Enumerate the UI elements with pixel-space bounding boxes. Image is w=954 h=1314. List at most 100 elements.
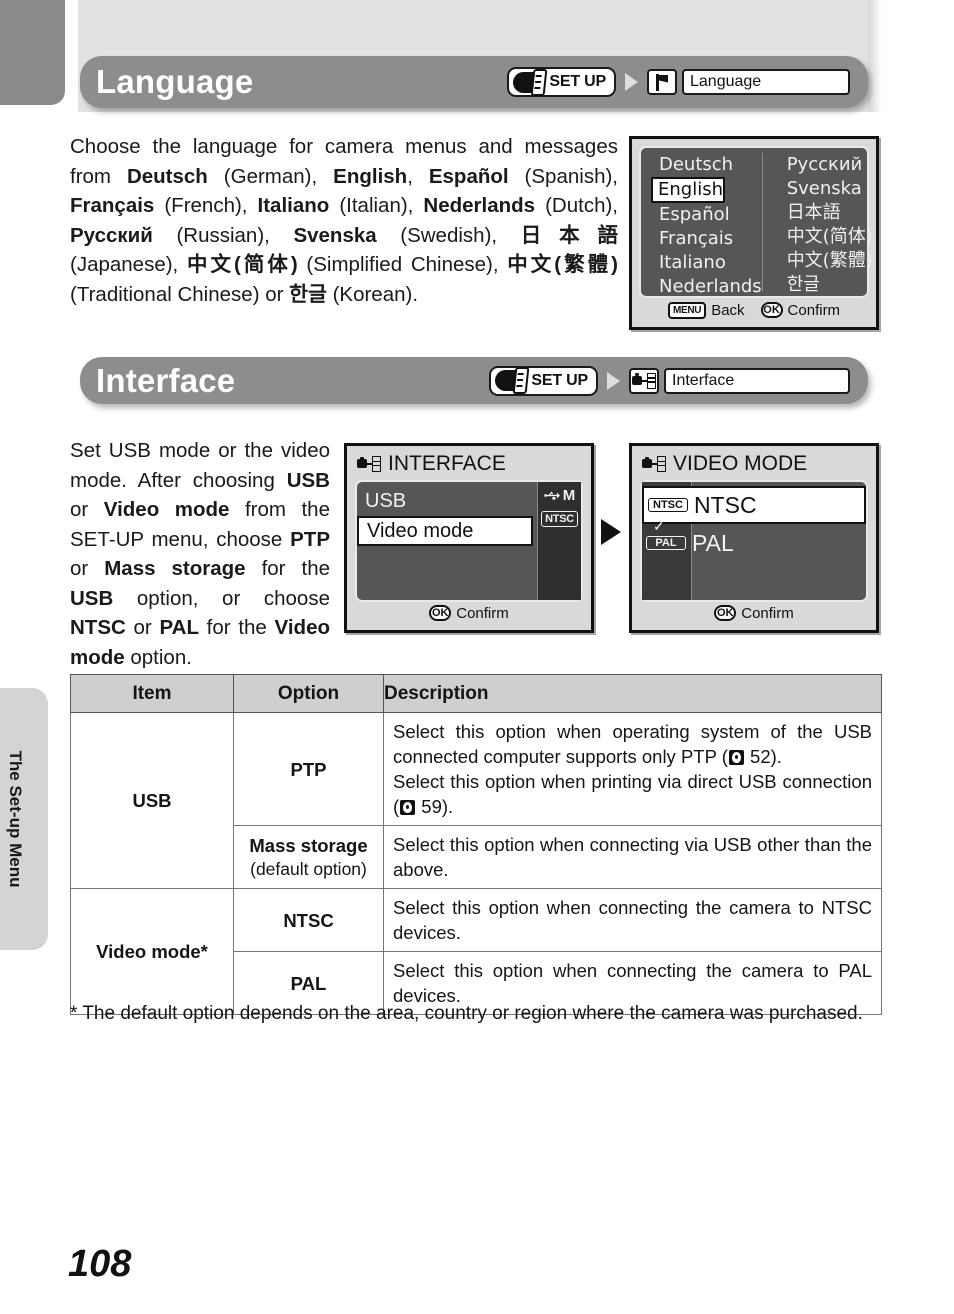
confirm-label: Confirm (741, 604, 794, 622)
setup-dial-badge: SET UP (489, 365, 598, 396)
menu-item-label: PAL (692, 529, 734, 556)
table-cell-option: PTP (233, 712, 384, 826)
menu-item-ntsc[interactable]: NTSC NTSC (642, 486, 866, 524)
language-body-text: Choose the language for camera menus and… (70, 135, 618, 306)
language-option[interactable]: Русский (773, 153, 873, 177)
usb-mass-storage-icon: M (543, 487, 576, 504)
confirm-label: Confirm (787, 301, 841, 319)
mode-dial-icon (513, 68, 548, 96)
breadcrumb-arrow-icon (625, 73, 638, 91)
camera-device-icon (642, 456, 666, 472)
camera-device-icon (629, 367, 659, 394)
table-row: Video mode* NTSC Select this option when c… (70, 888, 882, 1015)
language-column-right: Русский Svenska 日本語 中文(简体) 中文(繁體) 한글 (761, 153, 873, 295)
breadcrumb-menu-label: Interface (664, 367, 850, 394)
flag-icon (647, 69, 677, 95)
manual-page: Language SET UP Language Choose the lang… (0, 0, 954, 1314)
table-cell-description: Select this option when connecting via U… (383, 825, 882, 889)
video-lcd-title: VIDEO MODE (673, 452, 808, 475)
interface-menu-list: USB Video mode (357, 482, 537, 600)
menu-button-icon: MENU (667, 301, 707, 319)
page-number: 108 (68, 1243, 132, 1285)
table-cell-description: Select this option when connecting the c… (383, 888, 882, 952)
footnote-text: * The default option depends on the area… (70, 1003, 863, 1024)
interface-lcd-title: INTERFACE (388, 452, 506, 475)
interface-breadcrumb: SET UP Interface (489, 365, 850, 396)
chapter-side-tab: The Set-up Menu (0, 688, 48, 950)
language-option[interactable]: 한글 (773, 273, 873, 297)
column-header-option: Option (233, 674, 384, 713)
pal-badge: PAL (646, 536, 686, 550)
interface-menu-area: USB Video mode M NTSC (355, 480, 583, 602)
video-selected-checkmark: ✓ (653, 518, 665, 534)
video-menu-list: ✓ NTSC NTSC PAL PAL (642, 482, 866, 600)
back-control: MENU Back (667, 301, 745, 319)
breadcrumb-arrow-icon (607, 371, 620, 390)
column-header-description: Description (383, 674, 882, 713)
interface-lcd-footer: OK Confirm (347, 598, 591, 628)
confirm-control: OK Confirm (429, 605, 509, 622)
language-option[interactable]: 中文(繁體) (773, 249, 873, 273)
language-lcd-screenshot: ✓ DeutschEnglishEspañolFrançaisItalianoN… (629, 136, 879, 330)
ntsc-badge: NTSC (541, 511, 578, 527)
table-footnote: * The default option depends on the area… (70, 1000, 882, 1027)
menu-item-label: USB (365, 489, 407, 512)
ntsc-badge: NTSC (648, 498, 688, 512)
column-header-item: Item (70, 674, 234, 713)
video-lcd-title-row: VIDEO MODE (642, 452, 807, 476)
video-lcd-footer: OK Confirm (632, 598, 876, 628)
language-option[interactable]: Español (645, 203, 762, 227)
menu-item-video-mode[interactable]: Video mode (357, 516, 533, 546)
confirm-label: Confirm (456, 604, 509, 622)
table-cell-item: Video mode* (70, 888, 234, 1015)
setup-dial-badge: SET UP (507, 67, 616, 97)
menu-item-label: NTSC (694, 491, 757, 518)
table-cell-option: NTSC (233, 888, 384, 952)
video-menu-area: ✓ NTSC NTSC PAL PAL (640, 480, 868, 602)
interface-menu-badges: M NTSC (537, 482, 581, 600)
ok-button-icon: OK (714, 605, 737, 621)
menu-item-usb[interactable]: USB (357, 486, 537, 516)
interface-section-header: Interface SET UP Interface (80, 357, 868, 404)
options-table: Item Option Description USB PTP Select thi… (70, 674, 882, 1015)
ok-button-icon: OK (429, 605, 452, 621)
step-arrow-icon (601, 519, 621, 545)
language-option[interactable]: Français (645, 227, 762, 251)
camera-device-icon (357, 456, 381, 472)
submenu-arrow-icon (516, 523, 527, 539)
table-cell-option-note: (default option) (250, 859, 367, 879)
language-option[interactable]: English (651, 177, 725, 203)
language-lcd-footer: MENU Back OK Confirm (632, 295, 876, 325)
language-breadcrumb: SET UP Language (507, 67, 850, 97)
interface-lcd-screenshot: INTERFACE USB Video mode M NTSC OK Confi… (344, 443, 594, 633)
confirm-control: OK Confirm (760, 301, 841, 319)
usb-mode-letter: M (562, 487, 576, 504)
back-label: Back (711, 301, 745, 319)
table-header-row: Item Option Description (70, 674, 882, 713)
language-menu-screen: ✓ DeutschEnglishEspañolFrançaisItalianoN… (639, 146, 873, 298)
language-option[interactable]: Deutsch (645, 153, 762, 177)
mode-dial-icon (495, 367, 530, 394)
table-cell-description: Select this option when operating system… (383, 712, 882, 826)
ok-button-icon: OK (760, 302, 783, 318)
language-option[interactable]: Italiano (645, 251, 762, 275)
corner-tab-decoration (0, 0, 65, 105)
interface-body-text: Set USB mode or the video mode. After ch… (70, 439, 330, 669)
language-option[interactable]: 日本語 (773, 201, 873, 225)
language-option[interactable]: 中文(简体) (773, 225, 873, 249)
video-mode-lcd-screenshot: VIDEO MODE ✓ NTSC NTSC PAL PAL OK Confir… (629, 443, 879, 633)
language-section-title: Language (96, 63, 254, 100)
interface-lcd-title-row: INTERFACE (357, 452, 506, 476)
table-row: USB PTP Select this option when operating … (70, 712, 882, 889)
language-option[interactable]: Svenska (773, 177, 873, 201)
menu-item-pal[interactable]: PAL PAL (642, 524, 866, 562)
language-section-header: Language SET UP Language (80, 56, 868, 108)
confirm-control: OK Confirm (714, 605, 794, 622)
breadcrumb-menu-label: Language (682, 69, 850, 95)
interface-section-title: Interface (96, 361, 236, 399)
table-cell-item: USB (70, 712, 234, 889)
setup-badge-label: SET UP (549, 73, 606, 90)
table-cell-option: Mass storage (default option) (233, 825, 384, 889)
menu-item-label: Video mode (367, 519, 474, 542)
language-column-left: Deutsch English Español Français Italiano Ned… (645, 153, 762, 297)
